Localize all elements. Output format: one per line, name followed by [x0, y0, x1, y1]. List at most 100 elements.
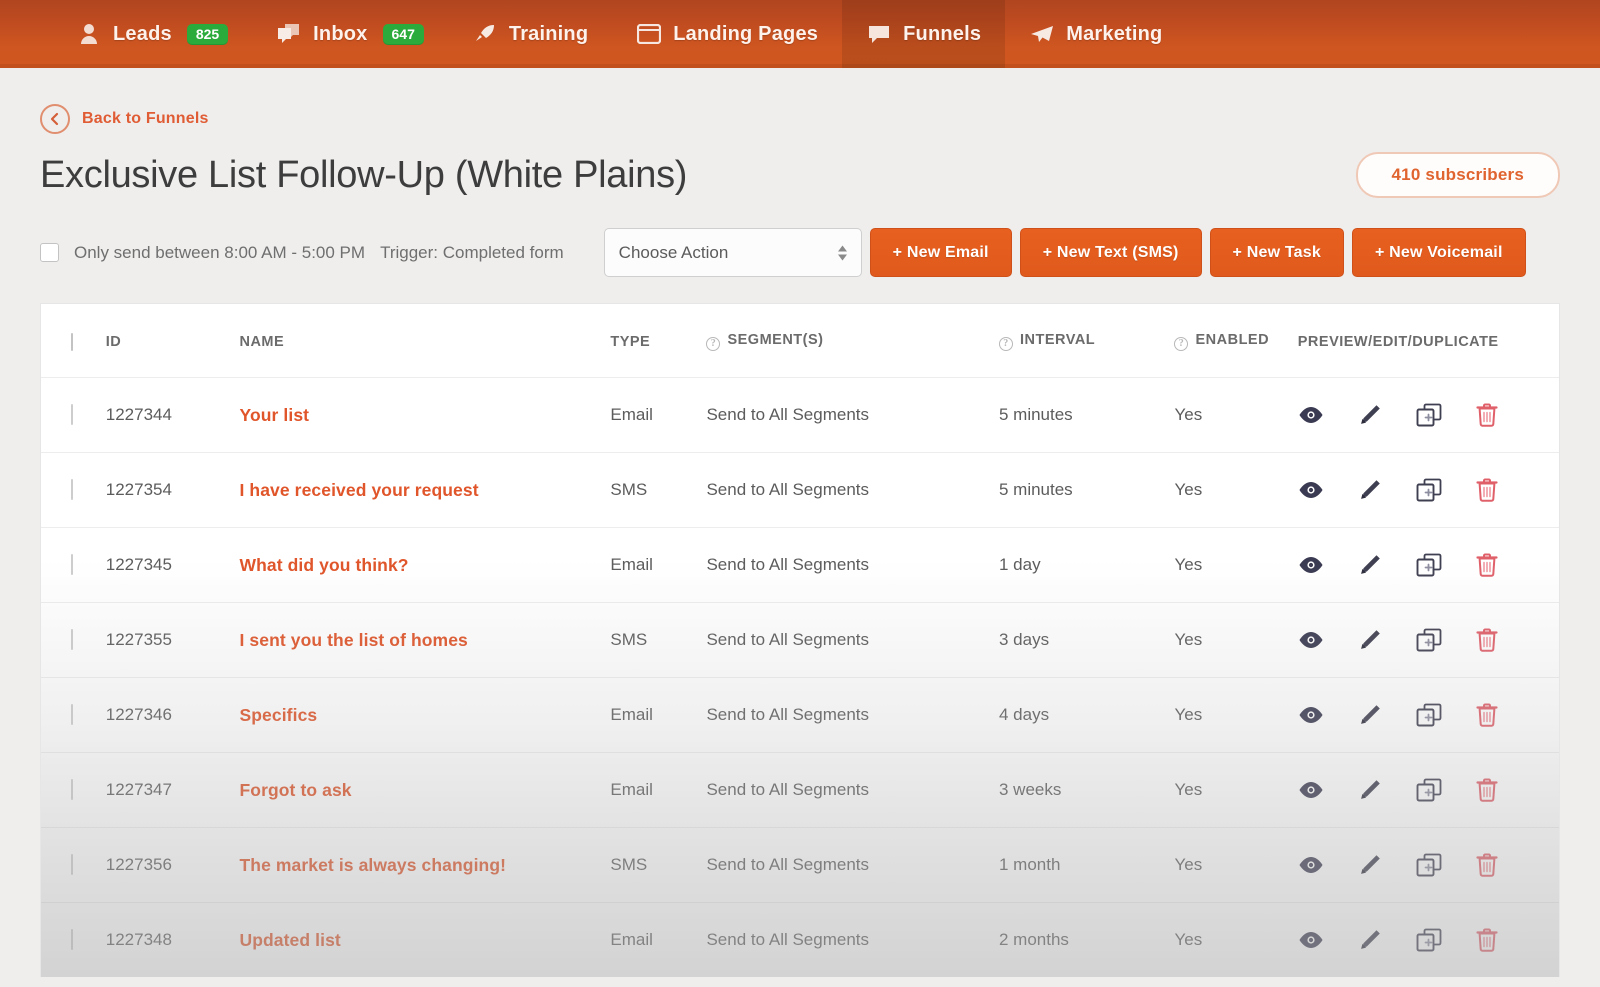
- row-id: 1227346: [105, 677, 240, 753]
- row-checkbox[interactable]: [71, 479, 73, 500]
- duplicate-icon[interactable]: [1416, 403, 1442, 427]
- table-row[interactable]: 1227344 Your list Email Send to All Segm…: [41, 377, 1559, 453]
- row-checkbox[interactable]: [71, 704, 73, 725]
- duplicate-icon[interactable]: [1416, 628, 1442, 652]
- nav-item-leads[interactable]: Leads 825: [52, 0, 252, 68]
- column-header-segments[interactable]: ? SEGMENT(S): [706, 304, 999, 378]
- trash-icon[interactable]: [1476, 853, 1498, 877]
- nav-item-funnels[interactable]: Funnels: [842, 0, 1006, 68]
- new-text-sms-button[interactable]: + New Text (SMS): [1019, 228, 1202, 277]
- row-checkbox[interactable]: [71, 854, 73, 875]
- column-header-enabled[interactable]: ? ENABLED: [1174, 304, 1298, 378]
- column-header-actions: PREVIEW/EDIT/DUPLICATE: [1297, 304, 1559, 378]
- pencil-icon[interactable]: [1358, 703, 1382, 727]
- nav-item-inbox[interactable]: Inbox 647: [252, 0, 448, 68]
- table-row[interactable]: 1227345 What did you think? Email Send t…: [41, 527, 1559, 603]
- row-actions-cell: [1297, 752, 1559, 828]
- only-send-label: Only send between 8:00 AM - 5:00 PM: [74, 242, 366, 262]
- row-type: Email: [610, 677, 707, 753]
- row-actions-cell: [1297, 677, 1559, 753]
- row-interval: 4 days: [998, 677, 1175, 753]
- trash-icon[interactable]: [1476, 628, 1498, 652]
- select-all-checkbox[interactable]: [71, 332, 73, 351]
- column-header-name[interactable]: NAME: [239, 304, 611, 378]
- eye-icon[interactable]: [1298, 406, 1324, 424]
- table-row[interactable]: 1227347 Forgot to ask Email Send to All …: [41, 752, 1559, 828]
- row-actions: [1298, 478, 1559, 502]
- row-actions-cell: [1297, 527, 1559, 603]
- new-task-button[interactable]: + New Task: [1209, 228, 1344, 277]
- pencil-icon[interactable]: [1358, 628, 1382, 652]
- table-row[interactable]: 1227356 The market is always changing! S…: [41, 827, 1559, 903]
- row-name-link[interactable]: Specifics: [239, 705, 317, 725]
- eye-icon[interactable]: [1298, 556, 1324, 574]
- nav-item-training[interactable]: Training: [448, 0, 612, 68]
- row-checkbox[interactable]: [71, 554, 73, 575]
- nav-item-marketing[interactable]: Marketing: [1005, 0, 1186, 68]
- trash-icon[interactable]: [1476, 778, 1498, 802]
- nav-item-label: Marketing: [1066, 22, 1163, 45]
- pencil-icon[interactable]: [1358, 553, 1382, 577]
- row-select-cell: [41, 527, 106, 603]
- duplicate-icon[interactable]: [1416, 703, 1442, 727]
- back-to-funnels-link[interactable]: Back to Funnels: [40, 104, 209, 134]
- table-row[interactable]: 1227355 I sent you the list of homes SMS…: [41, 602, 1559, 678]
- trash-icon[interactable]: [1476, 403, 1498, 427]
- row-name-link[interactable]: The market is always changing!: [239, 855, 506, 875]
- row-checkbox[interactable]: [71, 629, 73, 650]
- duplicate-icon[interactable]: [1416, 853, 1442, 877]
- pencil-icon[interactable]: [1358, 478, 1382, 502]
- new-voicemail-button[interactable]: + New Voicemail: [1351, 228, 1526, 277]
- row-segments: Send to All Segments: [706, 752, 999, 828]
- duplicate-icon[interactable]: [1416, 553, 1442, 577]
- info-icon[interactable]: ?: [1174, 337, 1189, 351]
- column-header-id[interactable]: ID: [105, 304, 240, 378]
- row-interval: 1 month: [998, 827, 1175, 903]
- row-name-link[interactable]: Updated list: [239, 930, 340, 950]
- info-icon[interactable]: ?: [706, 337, 721, 351]
- eye-icon[interactable]: [1298, 781, 1324, 799]
- toolbar: Only send between 8:00 AM - 5:00 PM Trig…: [40, 228, 1560, 277]
- table-row[interactable]: 1227354 I have received your request SMS…: [41, 452, 1559, 528]
- eye-icon[interactable]: [1298, 631, 1324, 649]
- pencil-icon[interactable]: [1358, 928, 1382, 952]
- row-name-link[interactable]: Your list: [239, 405, 309, 425]
- nav-item-label: Landing Pages: [673, 22, 819, 45]
- trash-icon[interactable]: [1476, 478, 1498, 502]
- info-icon[interactable]: ?: [998, 337, 1013, 351]
- trash-icon[interactable]: [1476, 553, 1498, 577]
- new-email-button[interactable]: + New Email: [869, 228, 1012, 277]
- table-body: 1227344 Your list Email Send to All Segm…: [41, 377, 1559, 978]
- row-name-link[interactable]: What did you think?: [239, 555, 408, 575]
- table-row[interactable]: 1227348 Updated list Email Send to All S…: [41, 903, 1559, 978]
- rocket-icon: [472, 22, 498, 46]
- only-send-checkbox[interactable]: [40, 243, 59, 262]
- select-all-header: [41, 304, 106, 378]
- column-header-type[interactable]: TYPE: [610, 304, 707, 378]
- choose-action-select[interactable]: Choose Action: [603, 228, 862, 277]
- column-header-interval[interactable]: ? INTERVAL: [998, 304, 1175, 378]
- eye-icon[interactable]: [1298, 931, 1324, 949]
- nav-item-landing-pages[interactable]: Landing Pages: [612, 0, 842, 68]
- row-name-link[interactable]: Forgot to ask: [239, 780, 351, 800]
- eye-icon[interactable]: [1298, 706, 1324, 724]
- duplicate-icon[interactable]: [1416, 478, 1442, 502]
- pencil-icon[interactable]: [1358, 853, 1382, 877]
- trash-icon[interactable]: [1476, 928, 1498, 952]
- row-checkbox[interactable]: [71, 404, 73, 425]
- row-name-link[interactable]: I sent you the list of homes: [239, 630, 467, 650]
- eye-icon[interactable]: [1298, 856, 1324, 874]
- row-segments: Send to All Segments: [706, 527, 999, 603]
- pencil-icon[interactable]: [1358, 778, 1382, 802]
- duplicate-icon[interactable]: [1416, 778, 1442, 802]
- table-row[interactable]: 1227346 Specifics Email Send to All Segm…: [41, 677, 1559, 753]
- eye-icon[interactable]: [1298, 481, 1324, 499]
- row-checkbox[interactable]: [71, 779, 73, 800]
- pencil-icon[interactable]: [1358, 403, 1382, 427]
- row-checkbox[interactable]: [71, 929, 73, 950]
- row-segments: Send to All Segments: [706, 452, 999, 528]
- row-name-link[interactable]: I have received your request: [239, 480, 478, 500]
- duplicate-icon[interactable]: [1416, 928, 1442, 952]
- row-actions-cell: [1297, 452, 1559, 528]
- trash-icon[interactable]: [1476, 703, 1498, 727]
